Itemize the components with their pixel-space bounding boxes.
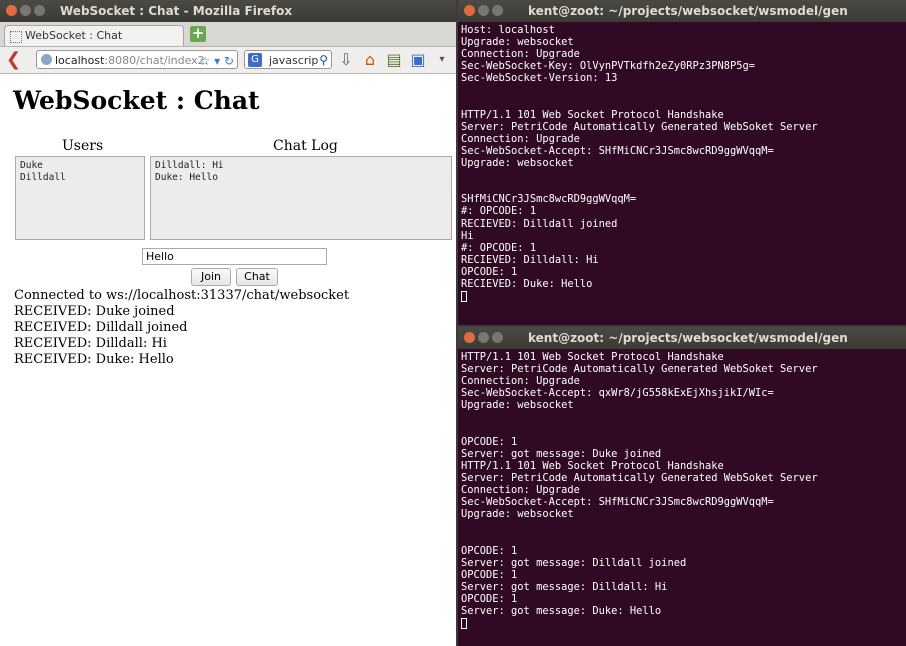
message-log: Connected to ws://localhost:31337/chat/w… xyxy=(14,288,349,368)
users-label: Users xyxy=(62,138,104,154)
menu-chevron-icon[interactable]: ▾ xyxy=(433,51,451,69)
page-content: WebSocket : Chat Users Chat Log Duke Dil… xyxy=(0,74,456,646)
page-icon xyxy=(10,31,22,43)
firefox-titlebar: WebSocket : Chat - Mozilla Firefox xyxy=(0,0,456,22)
minimize-icon[interactable] xyxy=(478,332,489,343)
url-bar[interactable]: localhost:8080/chat/index2. ☆ ▾ ↻ xyxy=(36,50,238,69)
users-textarea[interactable]: Duke Dilldall xyxy=(15,156,145,240)
reload-icon[interactable]: ☆ ▾ ↻ xyxy=(200,52,234,68)
url-path: :8080/chat/index2. xyxy=(104,54,209,67)
maximize-icon[interactable] xyxy=(492,332,503,343)
terminal-window-top[interactable]: kent@zoot: ~/projects/websocket/wsmodel/… xyxy=(458,0,906,325)
terminal-titlebar: kent@zoot: ~/projects/websocket/wsmodel/… xyxy=(458,327,906,349)
log-line: RECEIVED: Dilldall: Hi xyxy=(14,336,167,351)
terminal-output: HTTP/1.1 101 Web Socket Protocol Handsha… xyxy=(461,351,818,630)
window-controls xyxy=(6,5,48,22)
close-icon[interactable] xyxy=(464,5,475,16)
new-tab-icon[interactable]: + xyxy=(190,26,206,42)
download-icon[interactable]: ⇩ xyxy=(337,51,355,69)
message-input[interactable]: Hello xyxy=(142,248,327,265)
back-arrow-icon[interactable]: ❮ xyxy=(6,50,21,70)
chat-log-label: Chat Log xyxy=(273,138,338,154)
chat-log-textarea[interactable]: Dilldall: Hi Duke: Hello xyxy=(150,156,452,240)
close-icon[interactable] xyxy=(464,332,475,343)
search-engine-icon[interactable]: G xyxy=(248,53,262,67)
log-line: RECEIVED: Duke: Hello xyxy=(14,352,174,367)
addon-icon[interactable]: ▣ xyxy=(409,51,427,69)
join-button[interactable]: Join xyxy=(191,268,231,286)
window-controls xyxy=(464,5,506,22)
minimize-icon[interactable] xyxy=(20,5,31,16)
bookmarks-icon[interactable]: ▤ xyxy=(385,51,403,69)
terminal-title: kent@zoot: ~/projects/websocket/wsmodel/… xyxy=(528,4,848,18)
search-bar[interactable]: G javascrip ⚲ xyxy=(244,50,332,69)
navigation-toolbar: ❮ localhost:8080/chat/index2. ☆ ▾ ↻ G ja… xyxy=(0,47,456,74)
terminal-window-bottom[interactable]: kent@zoot: ~/projects/websocket/wsmodel/… xyxy=(458,327,906,646)
minimize-icon[interactable] xyxy=(478,5,489,16)
terminal-cursor xyxy=(461,291,467,303)
terminal-title: kent@zoot: ~/projects/websocket/wsmodel/… xyxy=(528,331,848,345)
window-controls xyxy=(464,332,506,349)
tab-websocket-chat[interactable]: WebSocket : Chat xyxy=(4,25,184,46)
tab-label: WebSocket : Chat xyxy=(25,29,123,42)
chat-button[interactable]: Chat xyxy=(236,268,278,286)
page-title: WebSocket : Chat xyxy=(13,86,260,115)
terminal-text: HTTP/1.1 101 Web Socket Protocol Handsha… xyxy=(461,351,818,617)
log-line: Connected to ws://localhost:31337/chat/w… xyxy=(14,288,350,303)
search-icon[interactable]: ⚲ xyxy=(319,51,328,68)
tab-strip: WebSocket : Chat + xyxy=(0,22,456,47)
maximize-icon[interactable] xyxy=(34,5,45,16)
terminal-output: Host: localhost Upgrade: websocket Conne… xyxy=(461,24,818,303)
window-title: WebSocket : Chat - Mozilla Firefox xyxy=(60,4,293,18)
log-line: RECEIVED: Dilldall joined xyxy=(14,320,188,335)
log-line: RECEIVED: Duke joined xyxy=(14,304,175,319)
terminal-titlebar: kent@zoot: ~/projects/websocket/wsmodel/… xyxy=(458,0,906,22)
terminal-text: Host: localhost Upgrade: websocket Conne… xyxy=(461,24,818,290)
close-icon[interactable] xyxy=(6,5,17,16)
home-icon[interactable]: ⌂ xyxy=(361,51,379,69)
terminal-cursor xyxy=(461,618,467,630)
firefox-window: WebSocket : Chat - Mozilla Firefox WebSo… xyxy=(0,0,456,646)
url-host: localhost xyxy=(55,54,105,67)
maximize-icon[interactable] xyxy=(492,5,503,16)
search-text: javascrip xyxy=(269,54,319,67)
site-identity-icon[interactable] xyxy=(41,54,52,65)
